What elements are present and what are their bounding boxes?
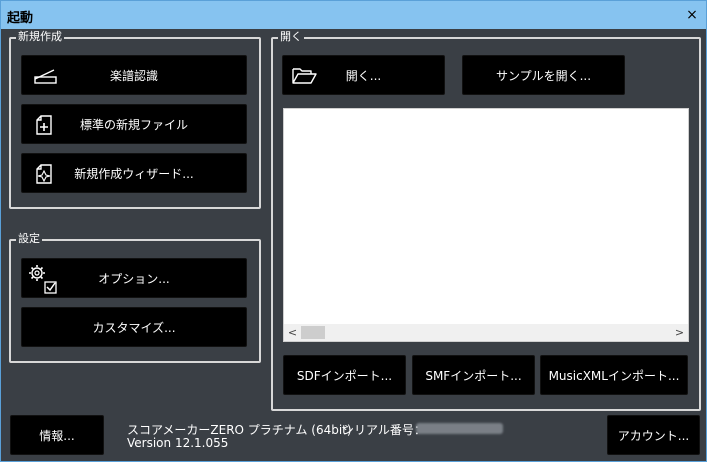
info-button[interactable]: 情報...: [10, 415, 104, 455]
serial-number-redacted: [416, 423, 503, 434]
open-sample-label: サンプルを開く...: [495, 68, 592, 83]
new-group-legend: 新規作成: [16, 30, 64, 44]
options-label: オプション...: [98, 271, 170, 286]
serial-label: シリアル番号：: [342, 423, 426, 437]
window-title: 起動: [7, 11, 34, 26]
close-icon[interactable]: ×: [684, 7, 700, 23]
open-label: 開く...: [345, 68, 382, 83]
smf-import-label: SMFインポート...: [425, 368, 522, 383]
score-recognition-button[interactable]: 楽譜認識: [21, 55, 247, 95]
account-label: アカウント...: [617, 428, 690, 443]
horizontal-scrollbar[interactable]: < >: [284, 324, 688, 341]
score-recognition-label: 楽譜認識: [109, 68, 158, 83]
open-group-legend: 開く: [278, 30, 304, 44]
new-wizard-button[interactable]: 新規作成ウィザード...: [21, 153, 247, 193]
standard-new-file-button[interactable]: 標準の新規ファイル: [21, 104, 247, 144]
title-bar[interactable]: 起動 ×: [1, 1, 706, 29]
musicxml-import-button[interactable]: MusicXMLインポート...: [540, 355, 688, 395]
recent-files-list[interactable]: < >: [283, 108, 689, 342]
customize-label: カスタマイズ...: [92, 320, 176, 335]
info-label: 情報...: [39, 428, 75, 443]
new-wizard-label: 新規作成ウィザード...: [74, 166, 194, 181]
open-sample-button[interactable]: サンプルを開く...: [462, 55, 625, 95]
sdf-import-button[interactable]: SDFインポート...: [283, 355, 406, 395]
scroll-thumb[interactable]: [301, 326, 325, 339]
scroll-right-icon[interactable]: >: [671, 324, 688, 341]
version-text: Version 12.1.055: [127, 436, 229, 450]
standard-new-file-label: 標準の新規ファイル: [79, 117, 188, 132]
musicxml-import-label: MusicXMLインポート...: [548, 368, 680, 383]
customize-button[interactable]: カスタマイズ...: [21, 307, 247, 347]
scroll-left-icon[interactable]: <: [284, 324, 301, 341]
account-button[interactable]: アカウント...: [607, 415, 700, 455]
settings-group-legend: 設定: [16, 232, 42, 246]
open-button[interactable]: 開く...: [282, 55, 445, 95]
smf-import-button[interactable]: SMFインポート...: [412, 355, 535, 395]
sdf-import-label: SDFインポート...: [296, 368, 393, 383]
options-button[interactable]: オプション...: [21, 258, 247, 298]
startup-dialog: 起動 × 新規作成 楽譜認識 標準の新規ファイル 新規作成ウィザード... 設定…: [0, 0, 707, 462]
